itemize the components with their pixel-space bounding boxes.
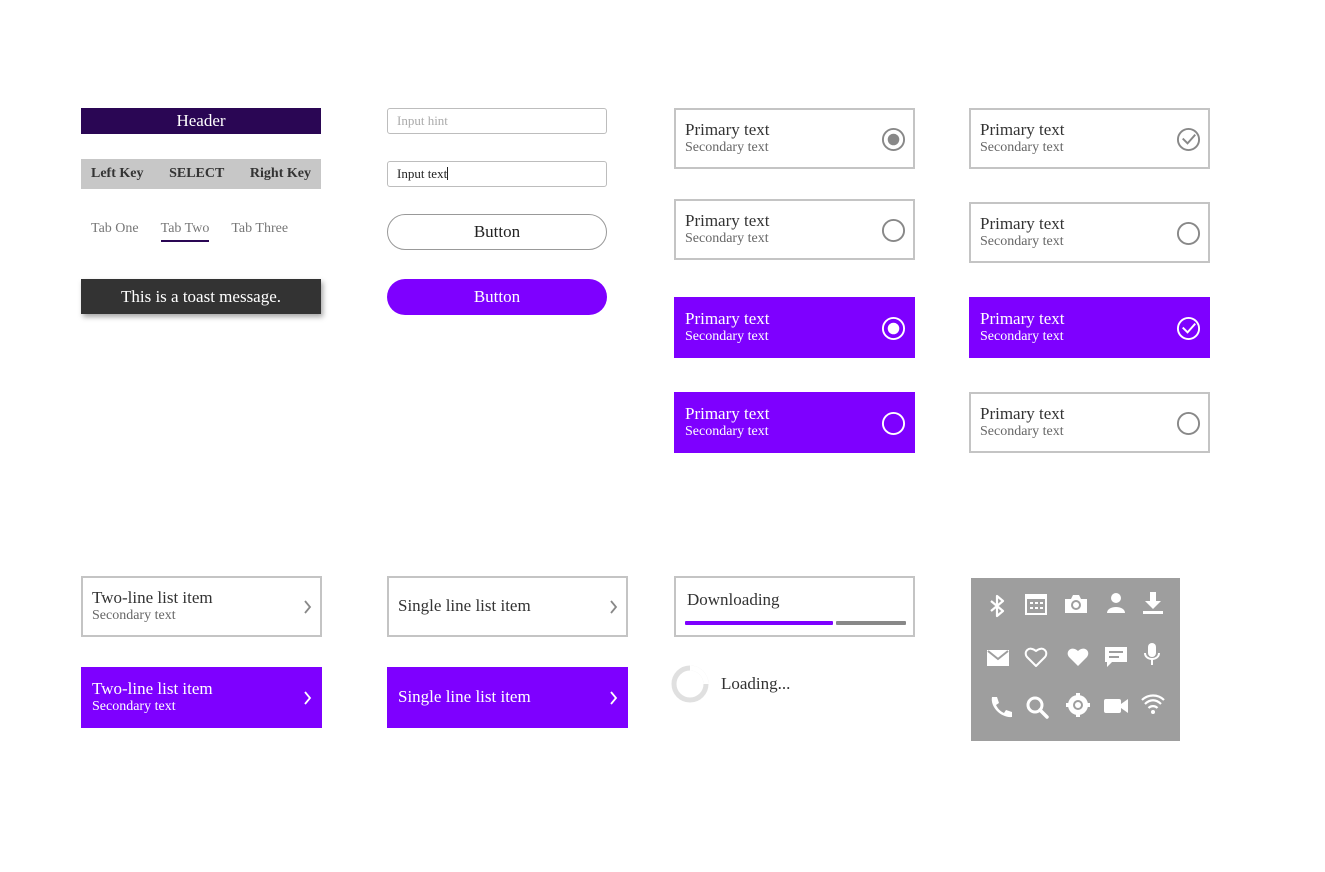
primary-text: Primary text — [685, 404, 770, 423]
chevron-right-icon — [304, 691, 312, 705]
radio-item-checked-selected[interactable]: Primary text Secondary text — [674, 297, 915, 358]
tab-three[interactable]: Tab Three — [231, 215, 288, 237]
outline-button[interactable]: Button — [387, 214, 607, 250]
tab-two[interactable]: Tab Two — [160, 215, 210, 242]
two-line-list-item[interactable]: Two-line list item Secondary text — [81, 576, 322, 637]
wifi-icon — [1141, 694, 1165, 714]
settings-icon — [1066, 693, 1090, 717]
camera-icon — [1065, 595, 1087, 613]
checkbox-checked-icon — [1176, 127, 1201, 152]
chevron-right-icon — [610, 691, 618, 705]
download-progress-card: Downloading — [674, 576, 915, 637]
radio-checked-icon — [881, 127, 906, 152]
radio-unchecked-icon — [881, 411, 906, 436]
secondary-text: Secondary text — [685, 231, 769, 246]
primary-text: Primary text — [685, 309, 770, 328]
checkbox-item-checked-selected[interactable]: Primary text Secondary text — [969, 297, 1210, 358]
heart-outline-icon — [1024, 647, 1048, 667]
tab-one[interactable]: Tab One — [91, 215, 139, 237]
progress-bar-fill — [685, 621, 833, 625]
microphone-icon — [1144, 643, 1160, 665]
text-caret — [447, 167, 449, 180]
chevron-right-icon — [610, 600, 618, 614]
primary-text: Primary text — [685, 120, 770, 139]
two-line-list-item-selected[interactable]: Two-line list item Secondary text — [81, 667, 322, 728]
primary-text: Primary text — [980, 309, 1065, 328]
primary-text: Primary text — [980, 404, 1065, 423]
progress-bar-track — [836, 621, 906, 625]
single-line-list-item[interactable]: Single line list item — [387, 576, 628, 637]
checkbox-item-unchecked[interactable]: Primary text Secondary text — [969, 392, 1210, 453]
phone-icon — [991, 697, 1012, 718]
input-hint-field[interactable]: Input hint — [387, 108, 607, 134]
checkbox-unchecked-icon — [1176, 411, 1201, 436]
radio-item-unchecked[interactable]: Primary text Secondary text — [674, 199, 915, 260]
secondary-text: Secondary text — [980, 424, 1064, 439]
right-softkey[interactable]: Right Key — [250, 166, 311, 182]
email-icon — [987, 650, 1009, 666]
checkbox-item-unchecked[interactable]: Primary text Secondary text — [969, 202, 1210, 263]
video-icon — [1104, 699, 1128, 713]
loading-spinner-icon — [671, 665, 709, 703]
loading-label: Loading... — [721, 674, 791, 693]
softkey-bar: Left Key SELECT Right Key — [81, 159, 321, 189]
secondary-text: Secondary text — [685, 329, 769, 344]
message-icon — [1105, 647, 1127, 667]
calendar-icon — [1025, 594, 1047, 615]
list-secondary-text: Secondary text — [92, 608, 176, 623]
filled-button[interactable]: Button — [387, 279, 607, 315]
search-icon — [1026, 696, 1049, 719]
list-primary-text: Single line list item — [398, 687, 531, 706]
header: Header — [81, 108, 321, 134]
primary-text: Primary text — [685, 211, 770, 230]
center-softkey[interactable]: SELECT — [169, 166, 224, 182]
list-primary-text: Two-line list item — [92, 588, 213, 607]
list-primary-text: Single line list item — [398, 596, 531, 615]
secondary-text: Secondary text — [685, 140, 769, 155]
checkbox-checked-icon — [1176, 316, 1201, 341]
checkbox-item-checked[interactable]: Primary text Secondary text — [969, 108, 1210, 169]
input-text-value: Input text — [397, 166, 448, 181]
download-icon — [1143, 592, 1163, 614]
checkbox-unchecked-icon — [1176, 221, 1201, 246]
toast-message: This is a toast message. — [81, 279, 321, 314]
tab-bar: Tab One Tab Two Tab Three — [81, 215, 321, 245]
left-softkey[interactable]: Left Key — [91, 166, 143, 182]
heart-icon — [1067, 648, 1089, 666]
radio-unchecked-icon — [881, 218, 906, 243]
list-secondary-text: Secondary text — [92, 699, 176, 714]
radio-item-unchecked-selected[interactable]: Primary text Secondary text — [674, 392, 915, 453]
radio-item-checked[interactable]: Primary text Secondary text — [674, 108, 915, 169]
progress-label: Downloading — [687, 590, 780, 609]
input-text-field[interactable]: Input text — [387, 161, 607, 187]
primary-text: Primary text — [980, 120, 1065, 139]
primary-text: Primary text — [980, 214, 1065, 233]
secondary-text: Secondary text — [980, 140, 1064, 155]
icon-grid — [971, 578, 1180, 741]
single-line-list-item-selected[interactable]: Single line list item — [387, 667, 628, 728]
secondary-text: Secondary text — [980, 329, 1064, 344]
list-primary-text: Two-line list item — [92, 679, 213, 698]
contact-icon — [1107, 593, 1125, 613]
secondary-text: Secondary text — [980, 234, 1064, 249]
radio-checked-icon — [881, 316, 906, 341]
chevron-right-icon — [304, 600, 312, 614]
secondary-text: Secondary text — [685, 424, 769, 439]
bluetooth-icon — [990, 594, 1005, 618]
